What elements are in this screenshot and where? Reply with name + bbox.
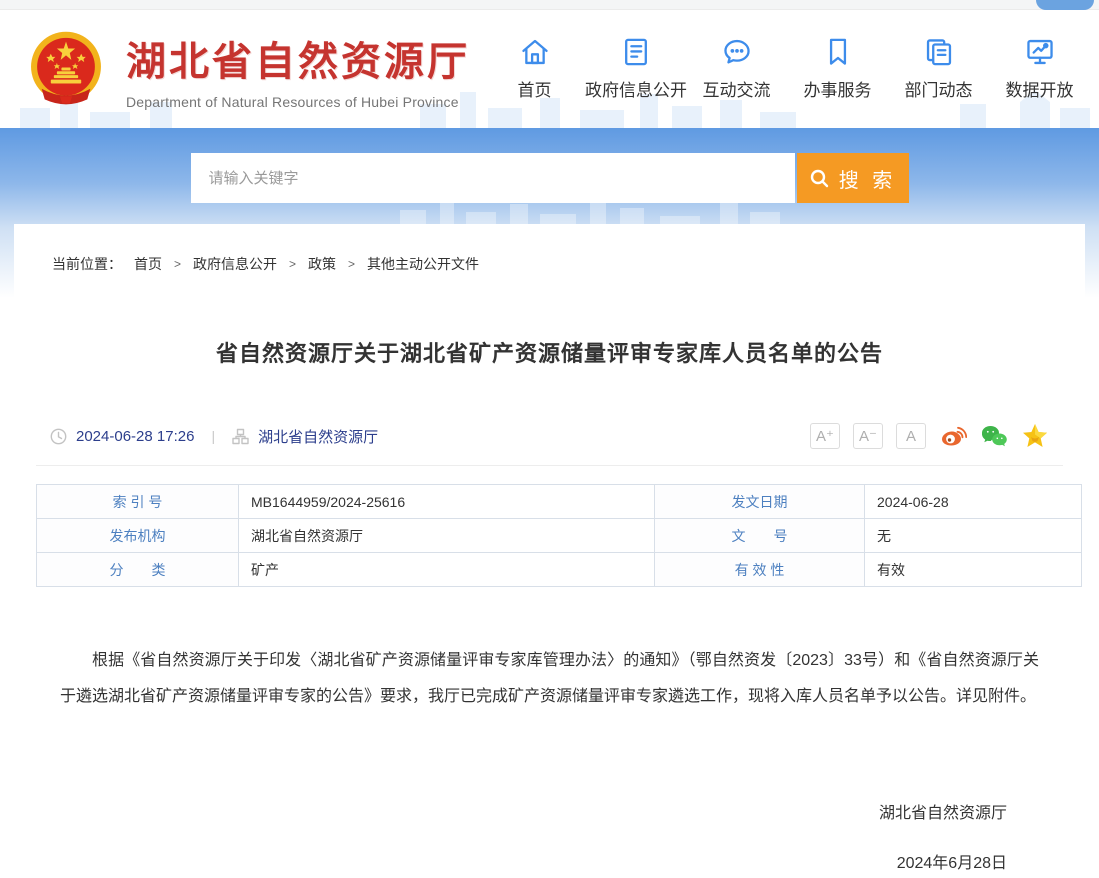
- top-strip: [0, 0, 1099, 10]
- wechat-share-icon[interactable]: [980, 422, 1008, 450]
- font-larger-button[interactable]: A⁺: [810, 423, 840, 449]
- chat-icon: [722, 37, 752, 67]
- content-card: 当前位置： 首页 > 政府信息公开 > 政策 > 其他主动公开文件 省自然资源厅…: [14, 224, 1085, 878]
- article-meta-bar: 2024-06-28 17:26 | 湖北省自然资源厅 A⁺ A⁻ A: [36, 422, 1063, 450]
- national-emblem-logo: [28, 31, 104, 107]
- article-body: 根据《省自然资源厅关于印发〈湖北省矿产资源储量评审专家库管理办法〉的通知》（鄂自…: [36, 643, 1063, 715]
- article-signature: 湖北省自然资源厅 2024年6月28日: [36, 799, 1063, 873]
- nav-label: 政府信息公开: [585, 76, 686, 101]
- page-title: 省自然资源厅关于湖北省矿产资源储量评审专家库人员名单的公告: [36, 336, 1063, 368]
- meta-separator: |: [211, 428, 215, 444]
- font-smaller-button[interactable]: A⁻: [853, 423, 883, 449]
- meta-label-validity: 有 效 性: [655, 553, 865, 587]
- meta-label-doc-number: 文 号: [655, 519, 865, 553]
- breadcrumb-current[interactable]: 其他主动公开文件: [367, 254, 479, 274]
- source-org-icon: [232, 428, 249, 445]
- article-meta-tools: A⁺ A⁻ A: [810, 422, 1049, 450]
- article-meta-left: 2024-06-28 17:26 | 湖北省自然资源厅: [50, 426, 378, 447]
- font-reset-button[interactable]: A: [896, 423, 926, 449]
- meta-value-agency: 湖北省自然资源厅: [239, 519, 655, 553]
- nav-item-home[interactable]: 首页: [484, 37, 585, 101]
- search-input[interactable]: [191, 153, 795, 203]
- site-title: 湖北省自然资源厅: [126, 29, 470, 87]
- breadcrumb: 当前位置： 首页 > 政府信息公开 > 政策 > 其他主动公开文件: [36, 224, 1063, 274]
- bookmark-icon: [823, 37, 853, 67]
- publish-time: 2024-06-28 17:26: [76, 428, 194, 445]
- signature-org: 湖北省自然资源厅: [36, 799, 1007, 823]
- search-icon: [809, 168, 830, 189]
- nav-item-department-news[interactable]: 部门动态: [888, 37, 989, 101]
- nav-item-open-data[interactable]: 数据开放: [989, 37, 1090, 101]
- table-row: 发布机构 湖北省自然资源厅 文 号 无: [37, 519, 1082, 553]
- article-source: 湖北省自然资源厅: [258, 426, 378, 447]
- meta-divider: [36, 465, 1063, 466]
- weibo-share-icon[interactable]: [939, 422, 967, 450]
- search-button[interactable]: 搜 索: [797, 153, 909, 203]
- nav-item-interaction[interactable]: 互动交流: [686, 37, 787, 101]
- site-header: 湖北省自然资源厅 Department of Natural Resources…: [0, 10, 1099, 128]
- qzone-share-icon[interactable]: [1021, 422, 1049, 450]
- search-button-label: 搜 索: [839, 164, 897, 193]
- clock-icon: [50, 428, 67, 445]
- breadcrumb-prefix: 当前位置：: [52, 254, 122, 274]
- search-box: 搜 索: [191, 153, 909, 203]
- breadcrumb-separator: >: [348, 257, 355, 271]
- nav-label: 互动交流: [686, 76, 787, 101]
- breadcrumb-separator: >: [174, 257, 181, 271]
- breadcrumb-home[interactable]: 首页: [134, 254, 162, 274]
- brand-text: 湖北省自然资源厅 Department of Natural Resources…: [126, 29, 470, 110]
- meta-label-issue-date: 发文日期: [655, 485, 865, 519]
- site-subtitle: Department of Natural Resources of Hubei…: [126, 94, 470, 110]
- meta-value-issue-date: 2024-06-28: [865, 485, 1082, 519]
- nav-item-services[interactable]: 办事服务: [787, 37, 888, 101]
- table-row: 分 类 矿产 有 效 性 有效: [37, 553, 1082, 587]
- meta-label-agency: 发布机构: [37, 519, 239, 553]
- nav-label: 办事服务: [787, 76, 888, 101]
- breadcrumb-gov-info[interactable]: 政府信息公开: [193, 254, 277, 274]
- floating-widget-button[interactable]: [1036, 0, 1094, 10]
- home-icon: [520, 37, 550, 67]
- table-row: 索 引 号 MB1644959/2024-25616 发文日期 2024-06-…: [37, 485, 1082, 519]
- meta-label-index: 索 引 号: [37, 485, 239, 519]
- meta-value-category: 矿产: [239, 553, 655, 587]
- meta-value-doc-number: 无: [865, 519, 1082, 553]
- nav-label: 数据开放: [989, 76, 1090, 101]
- search-band: 搜 索: [0, 128, 1099, 228]
- meta-value-index: MB1644959/2024-25616: [239, 485, 655, 519]
- breadcrumb-separator: >: [289, 257, 296, 271]
- site-brand[interactable]: 湖北省自然资源厅 Department of Natural Resources…: [28, 29, 470, 110]
- main-nav: 首页 政府信息公开 互动交流 办事服务 部门动态: [484, 37, 1090, 101]
- signature-date: 2024年6月28日: [36, 849, 1007, 873]
- copy-icon: [924, 37, 954, 67]
- document-icon: [621, 37, 651, 67]
- nav-item-gov-info[interactable]: 政府信息公开: [585, 37, 686, 101]
- nav-label: 首页: [484, 76, 585, 101]
- meta-label-category: 分 类: [37, 553, 239, 587]
- meta-value-validity: 有效: [865, 553, 1082, 587]
- monitor-chart-icon: [1025, 37, 1055, 67]
- nav-label: 部门动态: [888, 76, 989, 101]
- document-meta-table: 索 引 号 MB1644959/2024-25616 发文日期 2024-06-…: [36, 484, 1082, 587]
- breadcrumb-policy[interactable]: 政策: [308, 254, 336, 274]
